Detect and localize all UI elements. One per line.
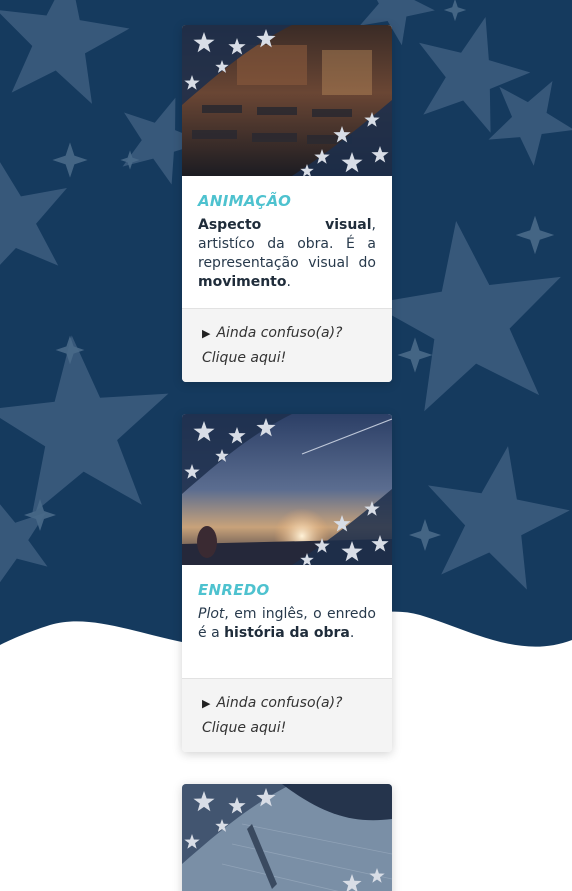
card-description: Aspecto visual, artistíco da obra. É a r… [198,217,376,290]
card-description: Plot, em inglês, o enredo é a história d… [198,606,376,641]
triangle-right-icon: ▶ [202,697,211,710]
card-enredo: ENREDO Plot, em inglês, o enredo é a his… [182,414,392,752]
card-title: ANIMAÇÃO [198,192,292,210]
sketch-drawing-image [182,784,392,891]
triangle-right-icon: ▶ [202,327,211,340]
sunset-sky-image [182,414,392,565]
details-toggle[interactable]: ▶ Ainda confuso(a)? Clique aqui! [182,678,392,752]
classroom-night-image [182,25,392,176]
card-third [182,784,392,891]
details-toggle[interactable]: ▶ Ainda confuso(a)? Clique aqui! [182,308,392,382]
card-title: ENREDO [198,581,270,599]
card-animacao: ANIMAÇÃO Aspecto visual, artistíco da ob… [182,25,392,382]
